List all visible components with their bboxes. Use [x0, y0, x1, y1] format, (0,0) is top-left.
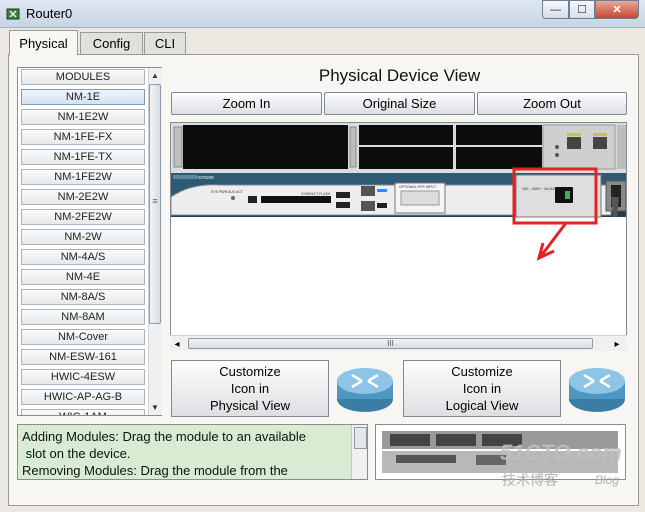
router-icon	[337, 368, 393, 412]
device-view-hscrollbar[interactable]: ◂ III ▸	[170, 335, 627, 351]
module-item[interactable]: NM-4E	[21, 269, 145, 285]
tab-cli[interactable]: CLI	[144, 32, 186, 54]
module-item[interactable]: NM-1FE-FX	[21, 129, 145, 145]
modules-header[interactable]: MODULES	[21, 69, 145, 85]
red-arrow-icon	[536, 222, 568, 261]
module-item[interactable]: NM-8AM	[21, 309, 145, 325]
module-item[interactable]: NM-1FE-TX	[21, 149, 145, 165]
hscroll-thumb[interactable]: III	[188, 338, 593, 349]
scroll-right-arrow-icon[interactable]: ▸	[610, 337, 624, 351]
compact-flash-label: COMPACT FLASH	[301, 192, 331, 196]
module-item[interactable]: NM-2E2W	[21, 189, 145, 205]
customize-icon-logical-view-button[interactable]: Customize Icon in Logical View	[403, 360, 561, 417]
router-device-view[interactable]: CISCO SYSTEMS SYS PWR AUX ACT COMPACT FL…	[170, 122, 627, 351]
module-item[interactable]: HWIC-4ESW	[21, 369, 145, 385]
module-slot-0[interactable]	[183, 125, 348, 169]
scroll-up-arrow-icon[interactable]: ▲	[148, 68, 162, 83]
module-item[interactable]: NM-4A/S	[21, 249, 145, 265]
window-title: Router0	[26, 6, 73, 21]
close-button[interactable]: ✕	[595, 0, 639, 19]
module-item[interactable]: NM-2FE2W	[21, 209, 145, 225]
help-info-text: Adding Modules: Drag the module to an av…	[22, 429, 307, 478]
help-info-scrollbar[interactable]	[351, 425, 367, 479]
usb-port-1[interactable]	[336, 202, 350, 208]
module-slot-4[interactable]	[456, 147, 542, 169]
module-item[interactable]: WIC-1AM	[21, 409, 145, 415]
customize-icon-physical-view-button[interactable]: Customize Icon in Physical View	[171, 360, 329, 417]
watermark-sub: 技术博客	[502, 472, 558, 488]
gig-port-0[interactable]	[361, 186, 375, 196]
gig-port-1[interactable]	[361, 201, 375, 211]
zoom-in-button[interactable]: Zoom In	[171, 92, 322, 115]
watermark-site: 51CTO.com	[500, 440, 622, 465]
modules-list[interactable]: MODULES NM-1E NM-1E2W NM-1FE-FX NM-1FE-TX NM-…	[17, 67, 162, 416]
scroll-down-arrow-icon[interactable]: ▼	[148, 400, 162, 415]
module-item[interactable]: NM-ESW-161	[21, 349, 145, 365]
module-item[interactable]: NM-Cover	[21, 329, 145, 345]
router-app-icon	[6, 8, 20, 20]
module-item[interactable]: NM-2W	[21, 229, 145, 245]
tab-physical[interactable]: Physical	[9, 30, 78, 55]
svg-text:SYS PWR AUX ACT: SYS PWR AUX ACT	[211, 190, 244, 194]
minimize-button[interactable]: —	[542, 0, 569, 19]
customize-logical-line2: Icon in	[462, 381, 502, 396]
compact-flash-slot	[261, 196, 331, 203]
module-slot-1[interactable]	[359, 125, 453, 145]
hscroll-grip-icon: III	[387, 339, 394, 348]
scroll-left-arrow-icon[interactable]: ◂	[170, 337, 184, 351]
customize-logical-line3: Logical View	[445, 398, 519, 413]
usb-port-0[interactable]	[336, 192, 350, 198]
module-item[interactable]: NM-1FE2W	[21, 169, 145, 185]
module-item[interactable]: NM-1E	[21, 89, 145, 105]
router-chassis-illustration: CISCO SYSTEMS SYS PWR AUX ACT COMPACT FL…	[171, 123, 626, 261]
customize-physical-line2: Icon in	[230, 381, 270, 396]
maximize-button[interactable]: ☐	[569, 0, 595, 19]
zoom-out-button[interactable]: Zoom Out	[477, 92, 627, 115]
site-watermark: 51CTO.com 技术博客 Blog	[500, 440, 640, 500]
module-item[interactable]: NM-8A/S	[21, 289, 145, 305]
module-item[interactable]: HWIC-AP-AG-B	[21, 389, 145, 405]
router-icon	[569, 368, 625, 412]
rps-label: OPTIONAL RPS INPUT	[399, 185, 437, 189]
original-size-button[interactable]: Original Size	[324, 92, 475, 115]
tab-config[interactable]: Config	[80, 32, 143, 54]
customize-logical-line1: Customize	[451, 364, 513, 379]
physical-device-view-title: Physical Device View	[318, 66, 481, 85]
customize-physical-line3: Physical View	[210, 398, 290, 413]
power-switch[interactable]	[555, 187, 573, 203]
customize-physical-line1: Customize	[219, 364, 281, 379]
scroll-grip-icon: ≡	[152, 196, 158, 206]
module-slot-3[interactable]	[456, 125, 542, 145]
watermark-blog: Blog	[595, 473, 620, 487]
module-slot-2[interactable]	[359, 147, 453, 169]
module-item[interactable]: NM-1E2W	[21, 109, 145, 125]
help-info-box: Adding Modules: Drag the module to an av…	[17, 424, 368, 480]
